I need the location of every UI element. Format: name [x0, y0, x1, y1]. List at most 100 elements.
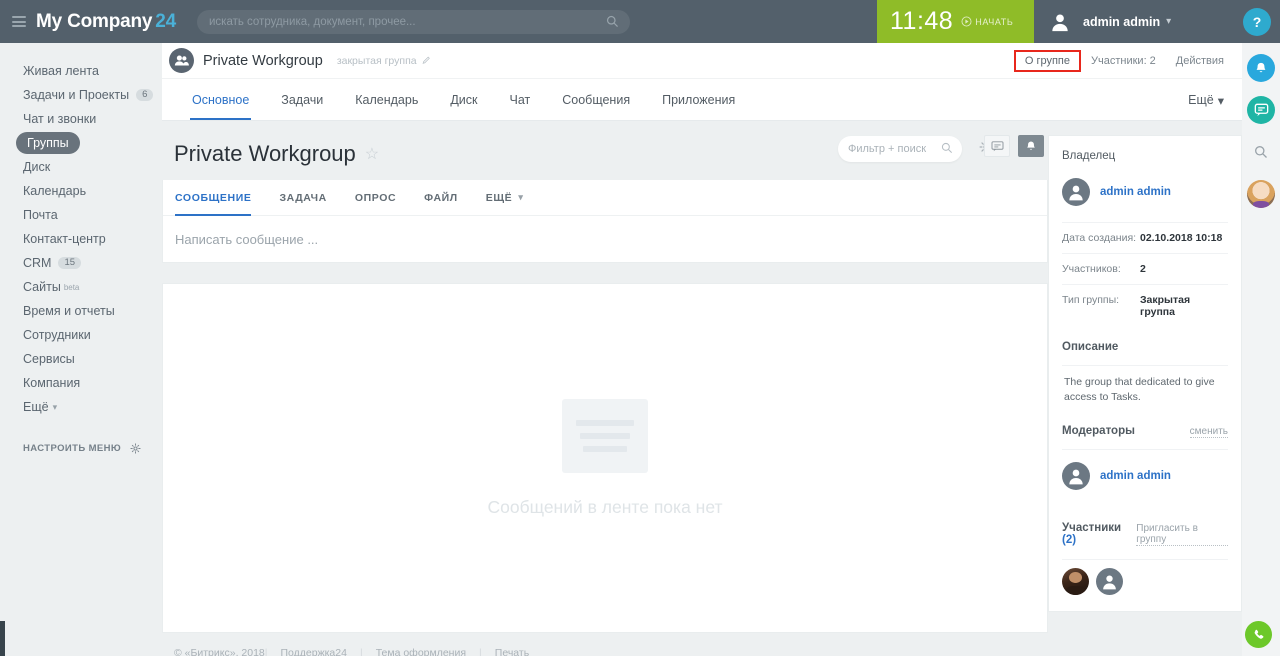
sidebar-item-mail[interactable]: Почта [0, 203, 162, 227]
sidebar-item-label: Сотрудники [23, 328, 91, 342]
sidebar-item-services[interactable]: Сервисы [0, 347, 162, 371]
sidebar-item-crm[interactable]: CRM 15 [0, 251, 162, 275]
sidebar-item-employees[interactable]: Сотрудники [0, 323, 162, 347]
group-tabs: О группе Участники: 2 Действия [1014, 43, 1234, 79]
configure-menu-label: НАСТРОИТЬ МЕНЮ [23, 443, 121, 454]
user-menu[interactable]: admin admin ▾ [1047, 0, 1171, 43]
group-tab-members[interactable]: Участники: 2 [1081, 51, 1166, 71]
moderator-name[interactable]: admin admin [1100, 470, 1171, 482]
configure-menu-button[interactable]: НАСТРОИТЬ МЕНЮ [0, 443, 162, 454]
sidebar-item-more[interactable]: Ещё▾ [0, 395, 162, 419]
search-icon [941, 142, 953, 154]
moderators-section-header: Модераторы сменить [1062, 409, 1228, 449]
sidebar-beta-tag: beta [64, 283, 80, 292]
composer-tabs: СООБЩЕНИЕ ЗАДАЧА ОПРОС ФАЙЛ ЕЩЁ ▾ [163, 180, 1047, 216]
composer-tab-more[interactable]: ЕЩЁ ▾ [472, 180, 538, 216]
tab-disk[interactable]: Диск [434, 79, 493, 120]
global-search-placeholder: искать сотрудника, документ, прочее... [209, 16, 416, 28]
sidebar-item-label: Сервисы [23, 352, 75, 366]
detail-value: 02.10.2018 10:18 [1140, 232, 1222, 244]
detail-row-members: Участников: 2 [1062, 253, 1228, 284]
search-placeholder: Фильтр + поиск [848, 143, 926, 155]
burger-icon[interactable] [12, 16, 26, 27]
star-icon[interactable]: ☆ [365, 144, 379, 164]
comment-icon[interactable] [984, 135, 1010, 157]
bell-icon[interactable] [1247, 54, 1275, 82]
logo-text: My Company [36, 11, 152, 32]
page-title-row: Private Workgroup ☆ Фильтр + поиск [162, 121, 1048, 180]
user-silhouette-icon [1049, 11, 1071, 33]
sidebar-item-contact-center[interactable]: Контакт-центр [0, 227, 162, 251]
avatar [1047, 9, 1073, 35]
group-info-panel: Владелец admin admin Дата создания: 02.1… [1048, 121, 1242, 649]
sidebar-item-label: Диск [23, 160, 50, 174]
change-moderators-link[interactable]: сменить [1190, 426, 1228, 438]
tab-tasks[interactable]: Задачи [265, 79, 339, 120]
tab-main[interactable]: Основное [176, 79, 265, 120]
sidebar-item-tasks[interactable]: Задачи и Проекты6 [0, 83, 162, 107]
help-question-icon[interactable]: ? [1243, 8, 1271, 36]
sidebar-item-live-feed[interactable]: Живая лента [0, 59, 162, 83]
search-input[interactable]: Фильтр + поиск [838, 136, 962, 162]
sidebar-item-sites[interactable]: Сайтыbeta [0, 275, 162, 299]
composer-tab-poll[interactable]: ОПРОС [341, 180, 410, 216]
document-placeholder-icon [562, 399, 648, 473]
sidebar-bottom-edge [0, 621, 5, 656]
composer-tab-task[interactable]: ЗАДАЧА [265, 180, 340, 216]
group-tab-actions[interactable]: Действия [1166, 51, 1234, 71]
tab-calendar[interactable]: Календарь [339, 79, 434, 120]
user-photo-avatar[interactable] [1247, 180, 1275, 208]
copyright-text: © «Битрикс», 2018 [174, 647, 265, 656]
tab-messages[interactable]: Сообщения [546, 79, 646, 120]
tab-more[interactable]: Ещё ▾ [1188, 79, 1224, 121]
sidebar-item-label: CRM [23, 256, 51, 270]
user-name: admin admin [1083, 15, 1160, 29]
sidebar-item-label: Контакт-центр [23, 232, 106, 246]
owner-name[interactable]: admin admin [1100, 186, 1171, 198]
sidebar-menu: Живая лента Задачи и Проекты6 Чат и звон… [0, 59, 162, 419]
footer-link-print[interactable]: Печать [482, 647, 542, 656]
app-logo[interactable]: My Company24 [36, 11, 176, 33]
main-area: Private Workgroup закрытая группа О груп… [162, 43, 1242, 656]
detail-value: 2 [1140, 263, 1146, 275]
bell-icon[interactable] [1018, 135, 1044, 157]
sidebar-item-label: Почта [23, 208, 58, 222]
footer-link-theme[interactable]: Тема оформления [363, 647, 479, 656]
sidebar-item-chat[interactable]: Чат и звонки [0, 107, 162, 131]
global-search-input[interactable]: искать сотрудника, документ, прочее... [197, 10, 630, 34]
group-tab-about[interactable]: О группе [1014, 50, 1081, 72]
detail-row-type: Тип группы: Закрытая группа [1062, 284, 1228, 327]
sidebar-badge: 6 [136, 89, 153, 102]
invite-to-group-link[interactable]: Пригласить в группу [1136, 523, 1228, 546]
composer-tab-file[interactable]: ФАЙЛ [410, 180, 472, 216]
pencil-icon[interactable] [422, 56, 431, 65]
moderator-row[interactable]: admin admin [1062, 449, 1228, 506]
sidebar-item-label: Сайты [23, 280, 61, 294]
rail-icons [1242, 43, 1280, 208]
phone-icon[interactable] [1245, 621, 1272, 648]
composer-tab-message[interactable]: СООБЩЕНИЕ [175, 180, 265, 216]
chat-bubble-icon[interactable] [1247, 96, 1275, 124]
sidebar-badge: 15 [58, 257, 81, 270]
member-photo-avatar[interactable] [1062, 568, 1089, 595]
sidebar-item-company[interactable]: Компания [0, 371, 162, 395]
members-count: (2) [1062, 534, 1076, 546]
detail-key: Тип группы: [1062, 294, 1140, 306]
sidebar-item-disk[interactable]: Диск [0, 155, 162, 179]
sidebar-item-groups[interactable]: Группы [16, 131, 162, 155]
sidebar-item-calendar[interactable]: Календарь [0, 179, 162, 203]
work-timer[interactable]: 11:48 НАЧАТЬ [877, 0, 1034, 43]
tab-apps[interactable]: Приложения [646, 79, 751, 120]
footer-link-support[interactable]: Поддержка24 [268, 647, 360, 656]
message-input[interactable]: Написать сообщение ... [163, 216, 1047, 262]
members-title-label: Участники [1062, 522, 1121, 534]
search-icon[interactable] [1247, 138, 1275, 166]
sidebar-item-time-reports[interactable]: Время и отчеты [0, 299, 162, 323]
timer-start-button[interactable]: НАЧАТЬ [961, 16, 1013, 27]
empty-feed-text: Сообщений в ленте пока нет [488, 497, 723, 518]
tab-chat[interactable]: Чат [494, 79, 547, 120]
group-people-icon [169, 48, 194, 73]
post-composer: СООБЩЕНИЕ ЗАДАЧА ОПРОС ФАЙЛ ЕЩЁ ▾ Написа… [162, 180, 1048, 263]
owner-row[interactable]: admin admin [1062, 174, 1228, 222]
user-silhouette-icon[interactable] [1096, 568, 1123, 595]
